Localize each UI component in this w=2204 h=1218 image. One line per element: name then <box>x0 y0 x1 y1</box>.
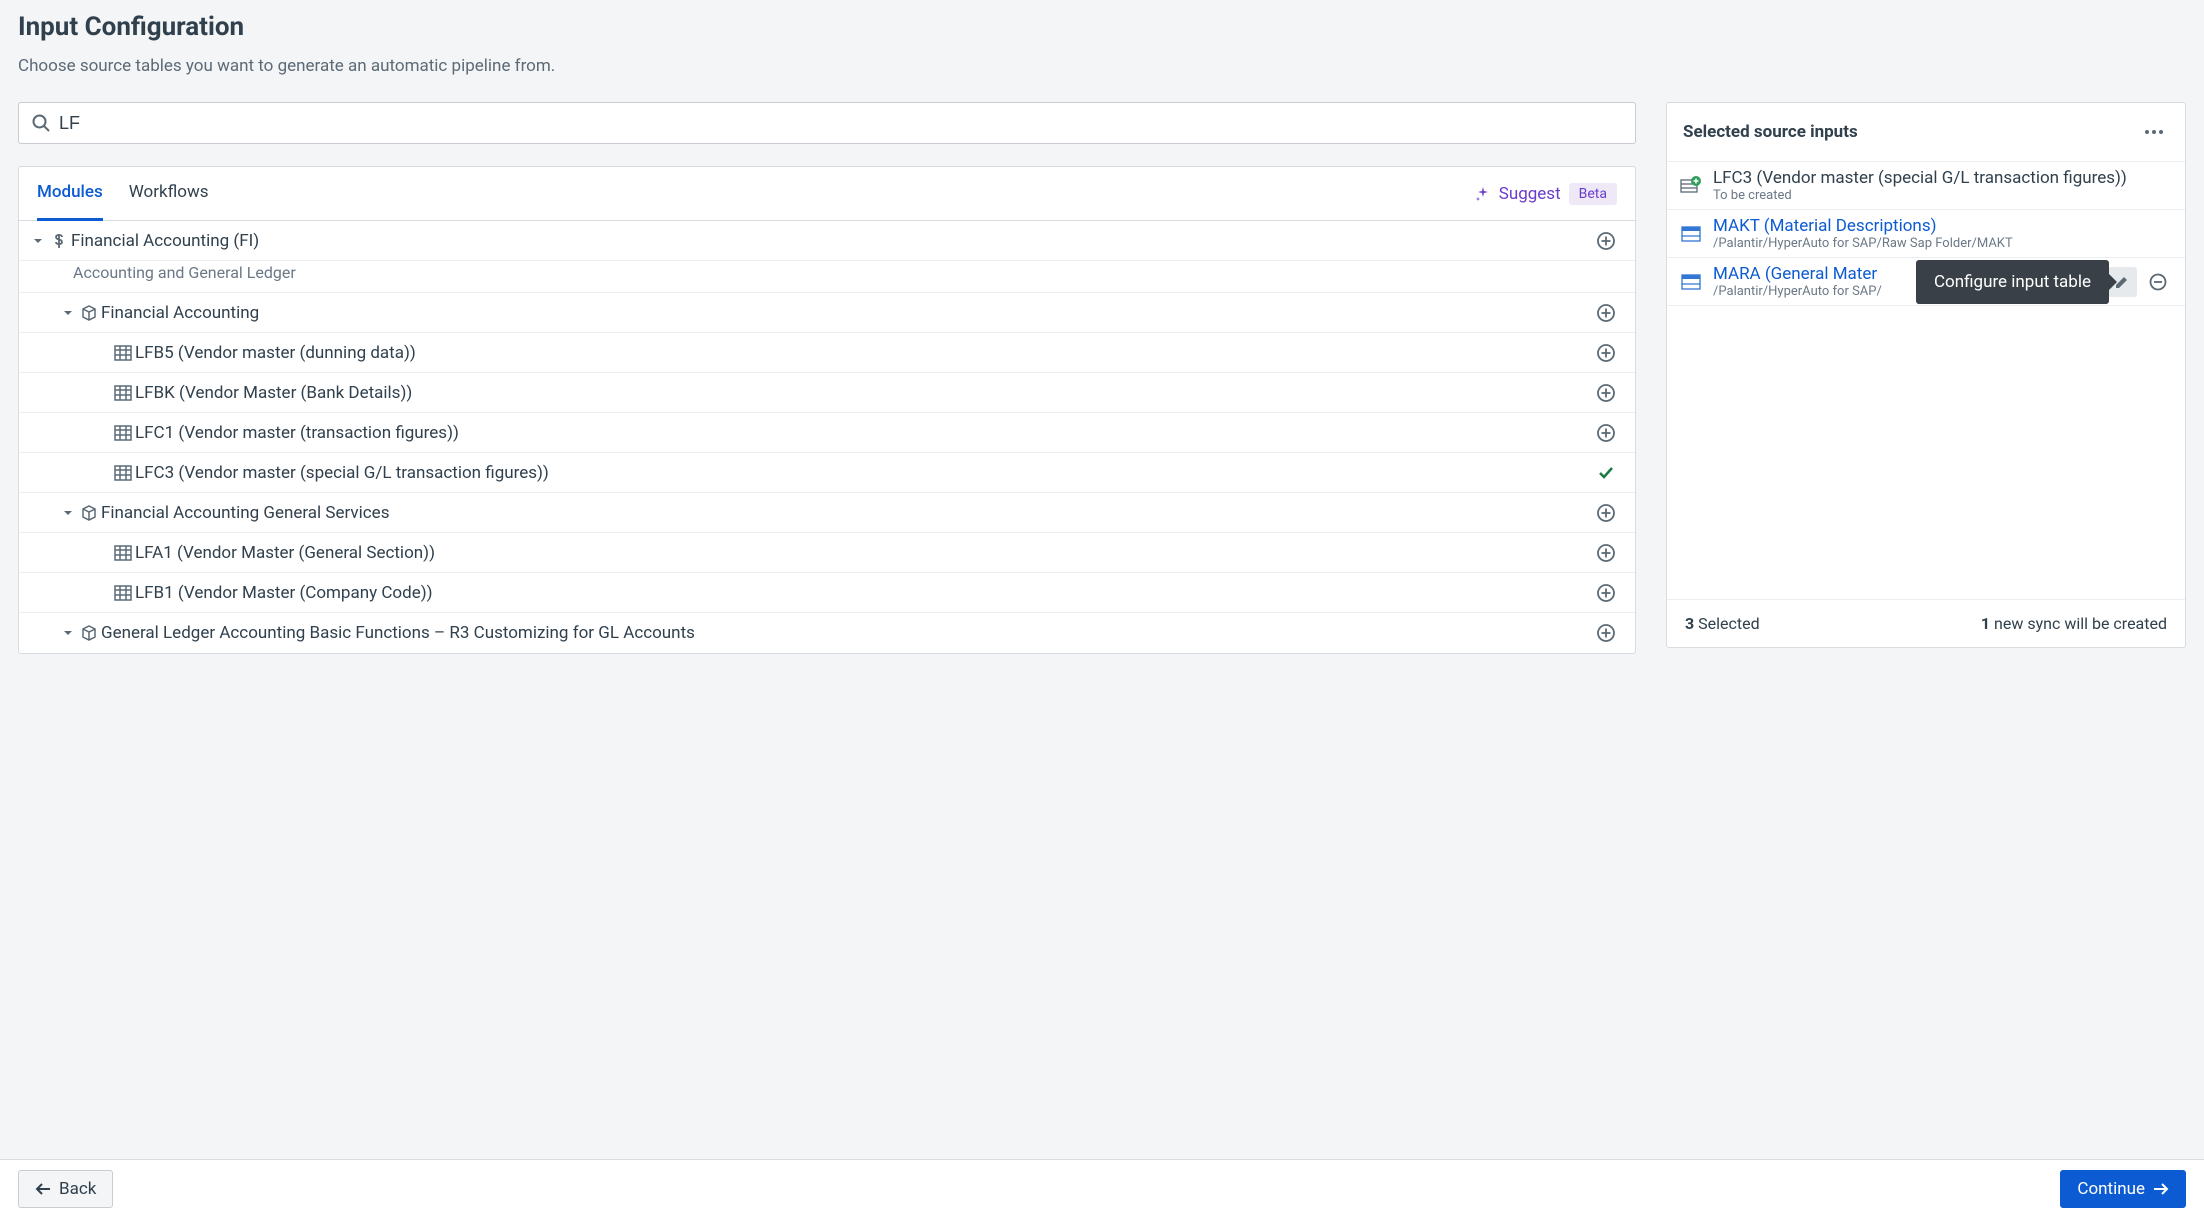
tree-label: LFC1 (Vendor master (transaction figures… <box>135 423 1595 443</box>
back-button[interactable]: Back <box>18 1170 113 1208</box>
search-input[interactable] <box>59 113 1623 134</box>
more-icon[interactable] <box>2139 117 2169 147</box>
arrow-right-icon <box>2153 1182 2169 1196</box>
selected-path: /Palantir/HyperAuto for SAP/Raw Sap Fold… <box>1713 236 2173 251</box>
table-icon <box>111 585 135 601</box>
continue-button[interactable]: Continue <box>2060 1170 2186 1208</box>
add-icon[interactable] <box>1595 303 1617 323</box>
page-subtitle: Choose source tables you want to generat… <box>18 56 2186 76</box>
table-icon <box>111 465 135 481</box>
add-icon[interactable] <box>1595 383 1617 403</box>
add-icon[interactable] <box>1595 503 1617 523</box>
tree-row-lfc1[interactable]: LFC1 (Vendor master (transaction figures… <box>19 413 1635 453</box>
tree-row-fa[interactable]: Financial Accounting <box>19 293 1635 333</box>
add-icon[interactable] <box>1595 583 1617 603</box>
caret-down-icon <box>59 308 77 318</box>
tree-row-fi[interactable]: Financial Accounting (FI) <box>19 221 1635 261</box>
tree-row-lfb5[interactable]: LFB5 (Vendor master (dunning data)) <box>19 333 1635 373</box>
selected-path: To be created <box>1713 188 2173 203</box>
tooltip-configure: Configure input table <box>1916 260 2109 304</box>
tree-label: LFB1 (Vendor Master (Company Code)) <box>135 583 1595 603</box>
search-field[interactable] <box>18 102 1636 144</box>
bottom-bar: Back Continue <box>0 1159 2204 1218</box>
tree-row-lfbk[interactable]: LFBK (Vendor Master (Bank Details)) <box>19 373 1635 413</box>
table-icon <box>111 345 135 361</box>
dataset-icon <box>1679 270 1703 294</box>
selected-panel: Selected source inputs LFC3 (Vendor mast… <box>1666 102 2186 648</box>
dollar-icon <box>47 232 71 250</box>
add-icon[interactable] <box>1595 423 1617 443</box>
tree-row-lfa1[interactable]: LFA1 (Vendor Master (General Section)) <box>19 533 1635 573</box>
tab-modules[interactable]: Modules <box>37 167 103 221</box>
caret-down-icon <box>59 508 77 518</box>
tree-label: LFBK (Vendor Master (Bank Details)) <box>135 383 1595 403</box>
table-icon <box>111 425 135 441</box>
back-label: Back <box>59 1179 96 1199</box>
remove-icon[interactable] <box>2143 267 2173 297</box>
table-icon <box>111 545 135 561</box>
tree-row-lfc3[interactable]: LFC3 (Vendor master (special G/L transac… <box>19 453 1635 493</box>
dataset-icon <box>1679 222 1703 246</box>
tree-row-lfb1[interactable]: LFB1 (Vendor Master (Company Code)) <box>19 573 1635 613</box>
caret-down-icon <box>29 236 47 246</box>
arrow-left-icon <box>35 1182 51 1196</box>
tree-label: General Ledger Accounting Basic Function… <box>101 623 1595 643</box>
caret-down-icon <box>59 628 77 638</box>
table-icon <box>111 385 135 401</box>
cube-icon <box>77 504 101 522</box>
suggest-button[interactable]: Suggest Beta <box>1475 183 1617 205</box>
tree-label: Financial Accounting <box>101 303 1595 323</box>
selected-title: LFC3 (Vendor master (special G/L transac… <box>1713 168 2173 188</box>
cube-icon <box>77 624 101 642</box>
tree-label: Financial Accounting General Services <box>101 503 1595 523</box>
tree-subtitle-fi: Accounting and General Ledger <box>19 261 1635 293</box>
tree-label: LFC3 (Vendor master (special G/L transac… <box>135 463 1595 483</box>
selected-count: 3 Selected <box>1685 614 1760 633</box>
search-icon <box>31 113 59 133</box>
sync-count: 1 new sync will be created <box>1981 614 2167 633</box>
check-icon <box>1595 464 1617 482</box>
cube-icon <box>77 304 101 322</box>
beta-badge: Beta <box>1569 183 1617 205</box>
selected-item-lfc3[interactable]: LFC3 (Vendor master (special G/L transac… <box>1667 162 2185 210</box>
source-panel: Modules Workflows Suggest Beta <box>18 166 1636 654</box>
add-icon[interactable] <box>1595 343 1617 363</box>
selected-title: MAKT (Material Descriptions) <box>1713 216 2173 236</box>
selected-header: Selected source inputs <box>1683 122 1858 142</box>
tree-label: LFB5 (Vendor master (dunning data)) <box>135 343 1595 363</box>
page-title: Input Configuration <box>18 12 2186 42</box>
tree-label: Financial Accounting (FI) <box>71 231 1595 251</box>
tree-row-gl[interactable]: General Ledger Accounting Basic Function… <box>19 613 1635 653</box>
new-dataset-icon <box>1679 174 1703 198</box>
selected-item-makt[interactable]: MAKT (Material Descriptions) /Palantir/H… <box>1667 210 2185 258</box>
suggest-label: Suggest <box>1499 184 1561 204</box>
tree-label: LFA1 (Vendor Master (General Section)) <box>135 543 1595 563</box>
add-icon[interactable] <box>1595 231 1617 251</box>
sparkle-icon <box>1475 186 1491 202</box>
tree-row-fags[interactable]: Financial Accounting General Services <box>19 493 1635 533</box>
add-icon[interactable] <box>1595 623 1617 643</box>
add-icon[interactable] <box>1595 543 1617 563</box>
tab-workflows[interactable]: Workflows <box>129 167 209 221</box>
continue-label: Continue <box>2077 1179 2145 1199</box>
selected-item-mara[interactable]: MARA (General Mater /Palantir/HyperAuto … <box>1667 258 2185 306</box>
